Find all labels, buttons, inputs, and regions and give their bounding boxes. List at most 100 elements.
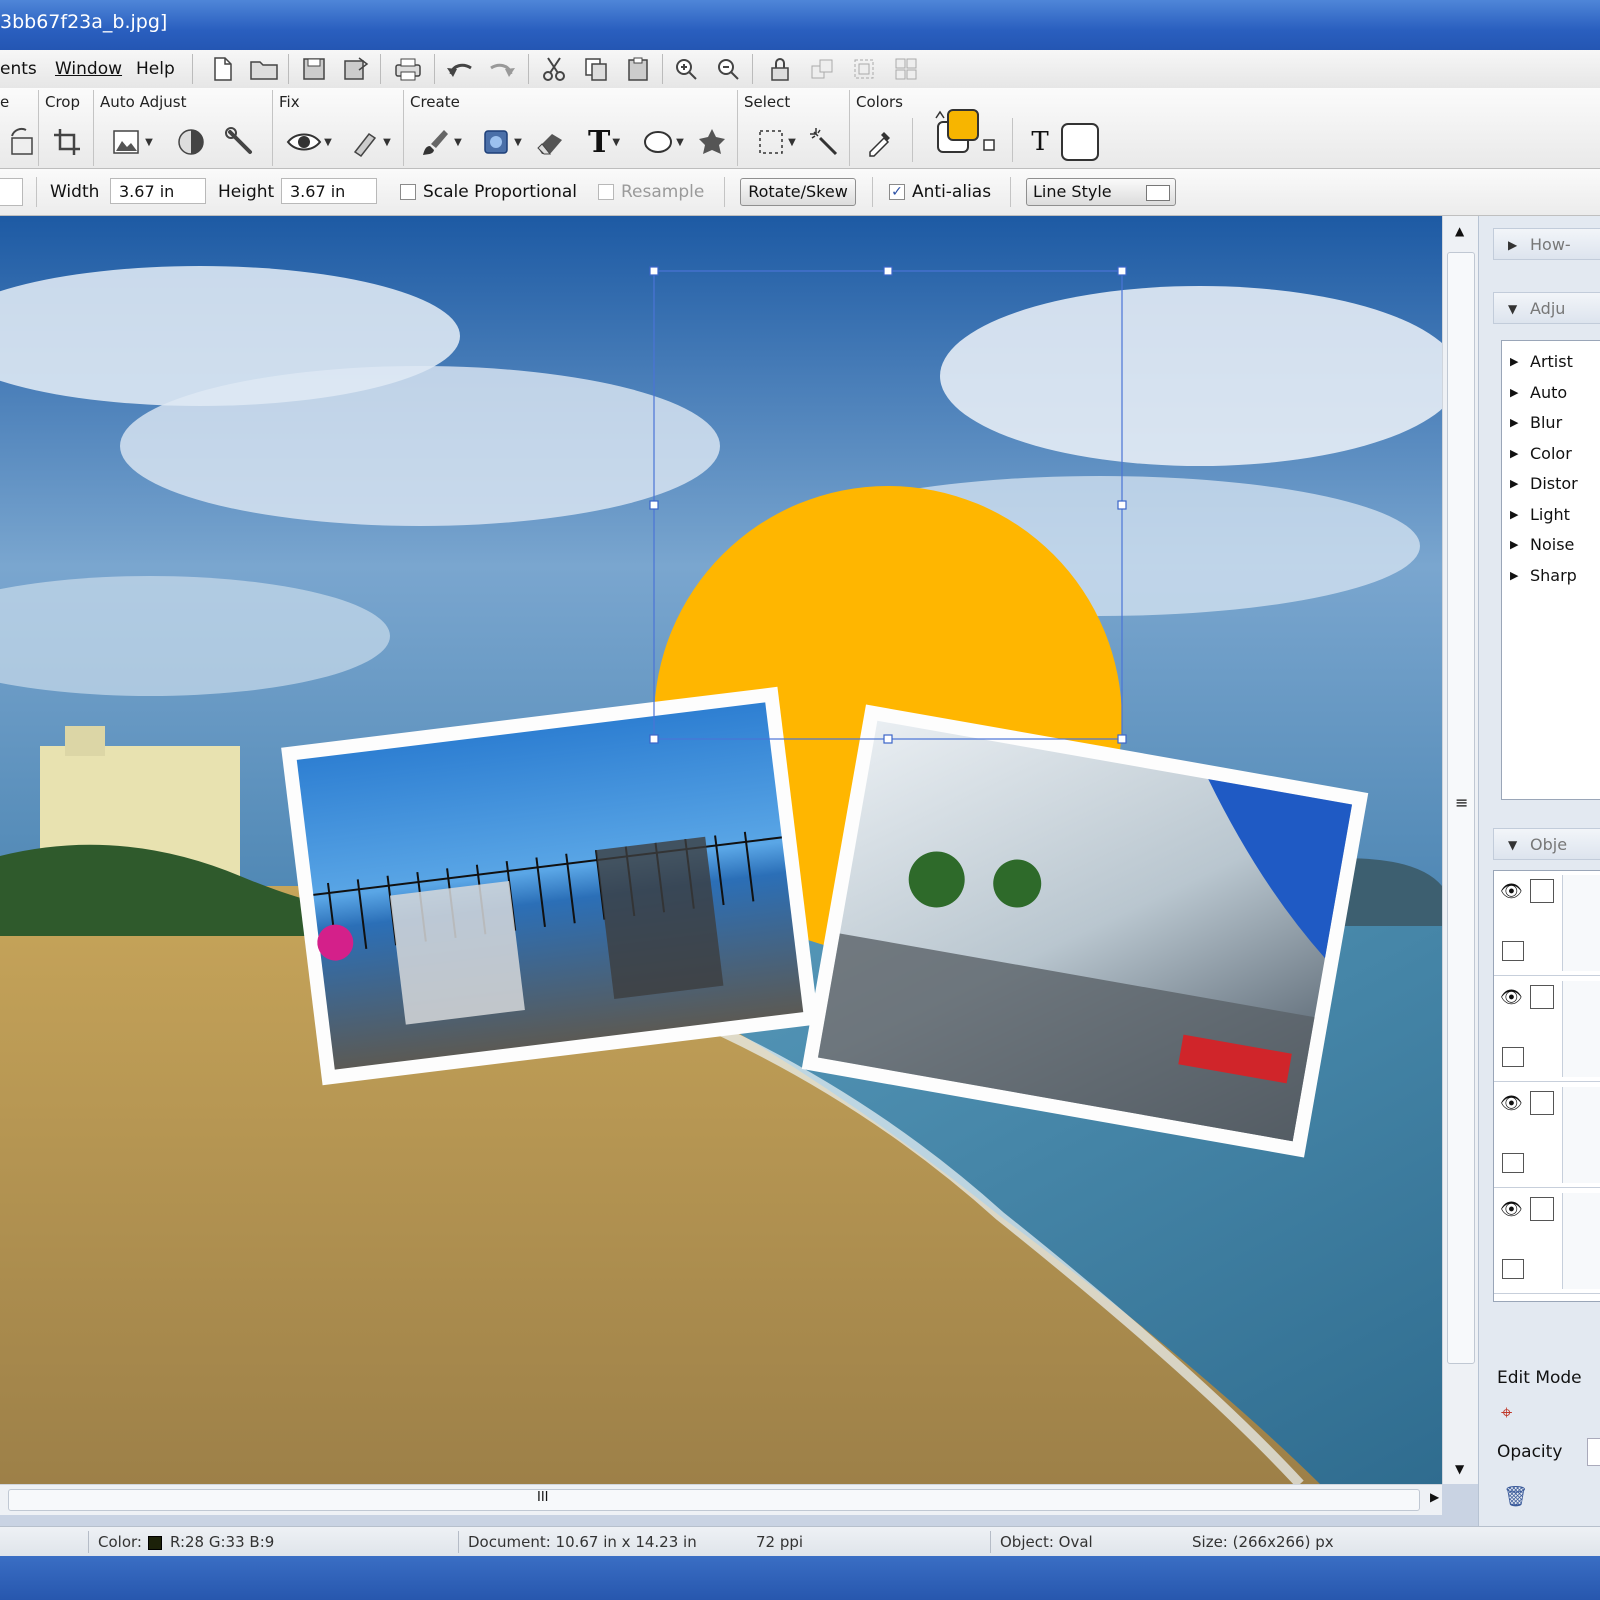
save-icon[interactable] — [298, 54, 330, 84]
text-color-icon[interactable]: T — [1018, 122, 1062, 162]
color-swatches[interactable] — [928, 108, 1002, 153]
lock-toggle-icon[interactable] — [1530, 879, 1554, 903]
scroll-up-icon[interactable]: ▲ — [1455, 224, 1464, 238]
chevron-down-icon[interactable]: ▼ — [514, 137, 522, 148]
contrast-icon[interactable] — [170, 122, 214, 162]
new-file-icon[interactable] — [206, 54, 238, 84]
object-row[interactable]: 👁 — [1494, 1189, 1600, 1294]
zoom-out-icon[interactable] — [712, 54, 744, 84]
cut-icon[interactable] — [538, 54, 570, 84]
scale-proportional-checkbox[interactable] — [400, 184, 416, 200]
text-tool-icon[interactable]: T ▼ — [578, 122, 630, 162]
horizontal-scrollbar[interactable]: III ▶ — [0, 1484, 1442, 1515]
adjust-category-artist[interactable]: ▶ Artist — [1502, 347, 1600, 377]
trash-icon[interactable]: 🗑 — [1503, 1484, 1528, 1508]
ungroup-icon[interactable] — [890, 54, 922, 84]
height-input[interactable]: 3.67 in — [281, 178, 377, 204]
redo-icon[interactable] — [486, 54, 518, 84]
resample-checkbox[interactable] — [598, 184, 614, 200]
object-row[interactable]: 👁 — [1494, 1083, 1600, 1188]
opacity-input[interactable] — [1587, 1438, 1600, 1466]
adjust-panel-header[interactable]: ▼ Adju — [1493, 292, 1600, 324]
custom-shape-icon[interactable] — [690, 122, 734, 162]
object-row[interactable]: 👁 — [1494, 871, 1600, 976]
fill-color-swatch[interactable] — [1058, 122, 1102, 162]
save-as-icon[interactable] — [340, 54, 372, 84]
visibility-eye-icon[interactable]: 👁 — [1500, 1199, 1523, 1220]
paste-icon[interactable] — [622, 54, 654, 84]
position-field[interactable] — [0, 178, 23, 206]
menu-documents[interactable]: ents — [0, 59, 37, 79]
oval-shape-icon[interactable]: ▼ — [636, 122, 690, 162]
collapse-arrow-icon: ▼ — [1508, 838, 1518, 852]
eraser-icon[interactable] — [528, 122, 572, 162]
rotate-skew-button[interactable]: Rotate/Skew — [740, 178, 856, 206]
chevron-down-icon[interactable]: ▼ — [612, 137, 620, 148]
lock-toggle-icon[interactable] — [1530, 985, 1554, 1009]
zoom-in-icon[interactable] — [670, 54, 702, 84]
lock-toggle-icon[interactable] — [1530, 1197, 1554, 1221]
chevron-down-icon[interactable]: ▼ — [788, 137, 796, 148]
object-thumbnail[interactable] — [1562, 875, 1600, 971]
arrange-icon[interactable] — [806, 54, 838, 84]
edit-object-icon[interactable] — [1502, 941, 1524, 961]
edit-object-icon[interactable] — [1502, 1259, 1524, 1279]
objects-panel-header[interactable]: ▼ Obje — [1493, 828, 1600, 860]
copy-icon[interactable] — [580, 54, 612, 84]
adjust-category-noise[interactable]: ▶ Noise — [1502, 530, 1600, 560]
retouch-brush-icon[interactable]: ▼ — [344, 122, 396, 162]
object-thumbnail[interactable] — [1562, 981, 1600, 1077]
open-folder-icon[interactable] — [248, 54, 280, 84]
adjust-category-light[interactable]: ▶ Light — [1502, 500, 1600, 530]
visibility-eye-icon[interactable]: 👁 — [1500, 987, 1523, 1008]
group-icon[interactable] — [848, 54, 880, 84]
anti-alias-checkbox[interactable]: ✓ — [889, 184, 905, 200]
stamp-icon[interactable]: ▼ — [474, 122, 528, 162]
chevron-down-icon[interactable]: ▼ — [676, 137, 684, 148]
vertical-scroll-thumb[interactable]: ≡ — [1447, 252, 1475, 1364]
wrench-icon[interactable] — [218, 122, 262, 162]
adjust-category-blur[interactable]: ▶ Blur — [1502, 408, 1600, 438]
menu-toolbar-row: ents Window Help — [0, 50, 1600, 89]
horizontal-scroll-thumb[interactable]: III — [8, 1489, 1420, 1511]
width-input[interactable]: 3.67 in — [110, 178, 206, 204]
red-eye-icon[interactable]: ▼ — [280, 122, 338, 162]
rotate-icon[interactable] — [0, 122, 44, 162]
object-thumbnail[interactable] — [1562, 1193, 1600, 1289]
howto-panel-header[interactable]: ▶ How- — [1493, 228, 1600, 260]
adjust-category-sharp[interactable]: ▶ Sharp — [1502, 561, 1600, 591]
scroll-right-icon[interactable]: ▶ — [1430, 1490, 1439, 1504]
status-separator — [88, 1531, 89, 1553]
menu-window[interactable]: Window — [55, 59, 122, 79]
object-thumbnail[interactable] — [1562, 1087, 1600, 1183]
eyedropper-icon[interactable] — [858, 122, 902, 162]
crop-icon[interactable] — [45, 122, 89, 162]
line-style-dropdown[interactable]: Line Style — [1026, 178, 1176, 206]
print-icon[interactable] — [392, 54, 424, 84]
scroll-down-icon[interactable]: ▼ — [1455, 1462, 1464, 1476]
magic-wand-icon[interactable] — [802, 122, 846, 162]
edit-object-icon[interactable] — [1502, 1153, 1524, 1173]
chevron-down-icon[interactable]: ▼ — [454, 137, 462, 148]
menu-help[interactable]: Help — [136, 59, 175, 79]
paint-brush-icon[interactable]: ▼ — [414, 122, 468, 162]
chevron-down-icon[interactable]: ▼ — [383, 137, 391, 148]
vertical-scrollbar[interactable]: ▲ ≡ ▼ — [1442, 216, 1479, 1484]
adjust-category-distor[interactable]: ▶ Distor — [1502, 469, 1600, 499]
edit-object-icon[interactable] — [1502, 1047, 1524, 1067]
visibility-eye-icon[interactable]: 👁 — [1500, 881, 1523, 902]
lock-icon[interactable] — [764, 54, 796, 84]
lock-toggle-icon[interactable] — [1530, 1091, 1554, 1115]
toolbar-separator — [662, 54, 663, 84]
object-row[interactable]: 👁 — [1494, 977, 1600, 1082]
undo-icon[interactable] — [444, 54, 476, 84]
edit-mode-icon[interactable]: ⌖ — [1501, 1400, 1512, 1424]
adjust-category-auto[interactable]: ▶ Auto — [1502, 378, 1600, 408]
visibility-eye-icon[interactable]: 👁 — [1500, 1093, 1523, 1114]
adjust-category-color[interactable]: ▶ Color — [1502, 439, 1600, 469]
auto-levels-icon[interactable]: ▼ — [104, 122, 160, 162]
image-canvas[interactable] — [0, 216, 1442, 1484]
chevron-down-icon[interactable]: ▼ — [324, 137, 332, 148]
rect-select-icon[interactable]: ▼ — [748, 122, 804, 162]
chevron-down-icon[interactable]: ▼ — [145, 137, 153, 148]
